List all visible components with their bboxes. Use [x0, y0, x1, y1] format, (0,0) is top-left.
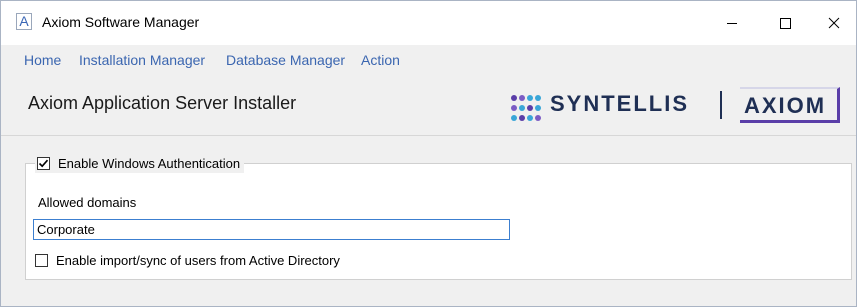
minimize-icon — [727, 23, 737, 24]
menu-database-manager[interactable]: Database Manager — [226, 52, 345, 68]
maximize-icon — [780, 18, 791, 29]
close-icon — [828, 17, 840, 29]
import-sync-row[interactable]: Enable import/sync of users from Active … — [35, 253, 340, 268]
allowed-domains-label: Allowed domains — [38, 195, 137, 210]
app-logo-icon: A — [16, 13, 32, 30]
content-area: Allowed domains Enable import/sync of us… — [1, 136, 856, 306]
page-header: Axiom Application Server Installer SYNTE… — [1, 75, 856, 136]
windows-auth-group: Allowed domains Enable import/sync of us… — [25, 163, 852, 280]
enable-windows-auth-label: Enable Windows Authentication — [58, 155, 241, 171]
allowed-domains-input[interactable] — [33, 219, 510, 240]
window-title: Axiom Software Manager — [42, 14, 200, 30]
syntellis-dots-icon — [511, 95, 541, 121]
enable-windows-auth-checkbox[interactable] — [37, 156, 50, 170]
menu-action[interactable]: Action — [361, 52, 400, 68]
import-sync-checkbox[interactable] — [35, 254, 48, 267]
menu-installation-manager[interactable]: Installation Manager — [79, 52, 205, 68]
minimize-button[interactable] — [709, 1, 755, 45]
maximize-button[interactable] — [762, 1, 808, 45]
close-button[interactable] — [811, 1, 857, 45]
import-sync-label: Enable import/sync of users from Active … — [56, 253, 340, 268]
app-window: A Axiom Software Manager Home Installati… — [0, 0, 857, 307]
checkmark-icon — [38, 159, 49, 167]
logo-divider — [720, 91, 722, 119]
logo-product-box: AXIOM — [740, 87, 840, 123]
enable-windows-auth-row[interactable]: Enable Windows Authentication — [35, 153, 245, 173]
logo-product-text: AXIOM — [744, 93, 827, 118]
title-bar: A Axiom Software Manager — [1, 1, 856, 45]
logo-brand-text: SYNTELLIS — [550, 91, 690, 116]
menu-bar: Home Installation Manager Database Manag… — [1, 45, 856, 75]
menu-home[interactable]: Home — [24, 52, 61, 68]
page-title: Axiom Application Server Installer — [28, 93, 297, 113]
syntellis-axiom-logo: SYNTELLIS AXIOM — [510, 87, 846, 127]
